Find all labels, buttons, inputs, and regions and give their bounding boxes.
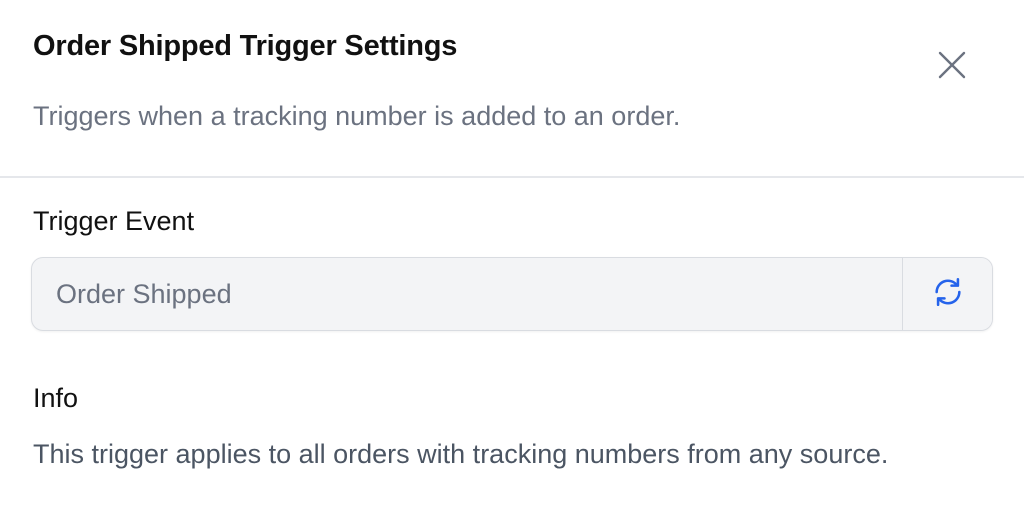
info-text: This trigger applies to all orders with … — [33, 439, 889, 469]
panel-title: Order Shipped Trigger Settings — [33, 30, 458, 62]
trigger-event-label: Trigger Event — [33, 206, 195, 236]
info-heading: Info — [33, 383, 79, 413]
header-divider — [0, 176, 1024, 178]
refresh-button[interactable] — [902, 258, 992, 330]
close-button[interactable] — [926, 40, 978, 92]
trigger-event-input: Order Shipped — [56, 278, 232, 309]
trigger-settings-panel: Order Shipped Trigger Settings Triggers … — [0, 0, 1024, 522]
panel-header: Order Shipped Trigger Settings Triggers … — [0, 0, 1024, 177]
trigger-event-field: Order Shipped — [31, 257, 993, 331]
close-icon — [937, 50, 967, 83]
panel-subtitle: Triggers when a tracking number is added… — [33, 101, 681, 131]
refresh-icon — [931, 275, 965, 314]
